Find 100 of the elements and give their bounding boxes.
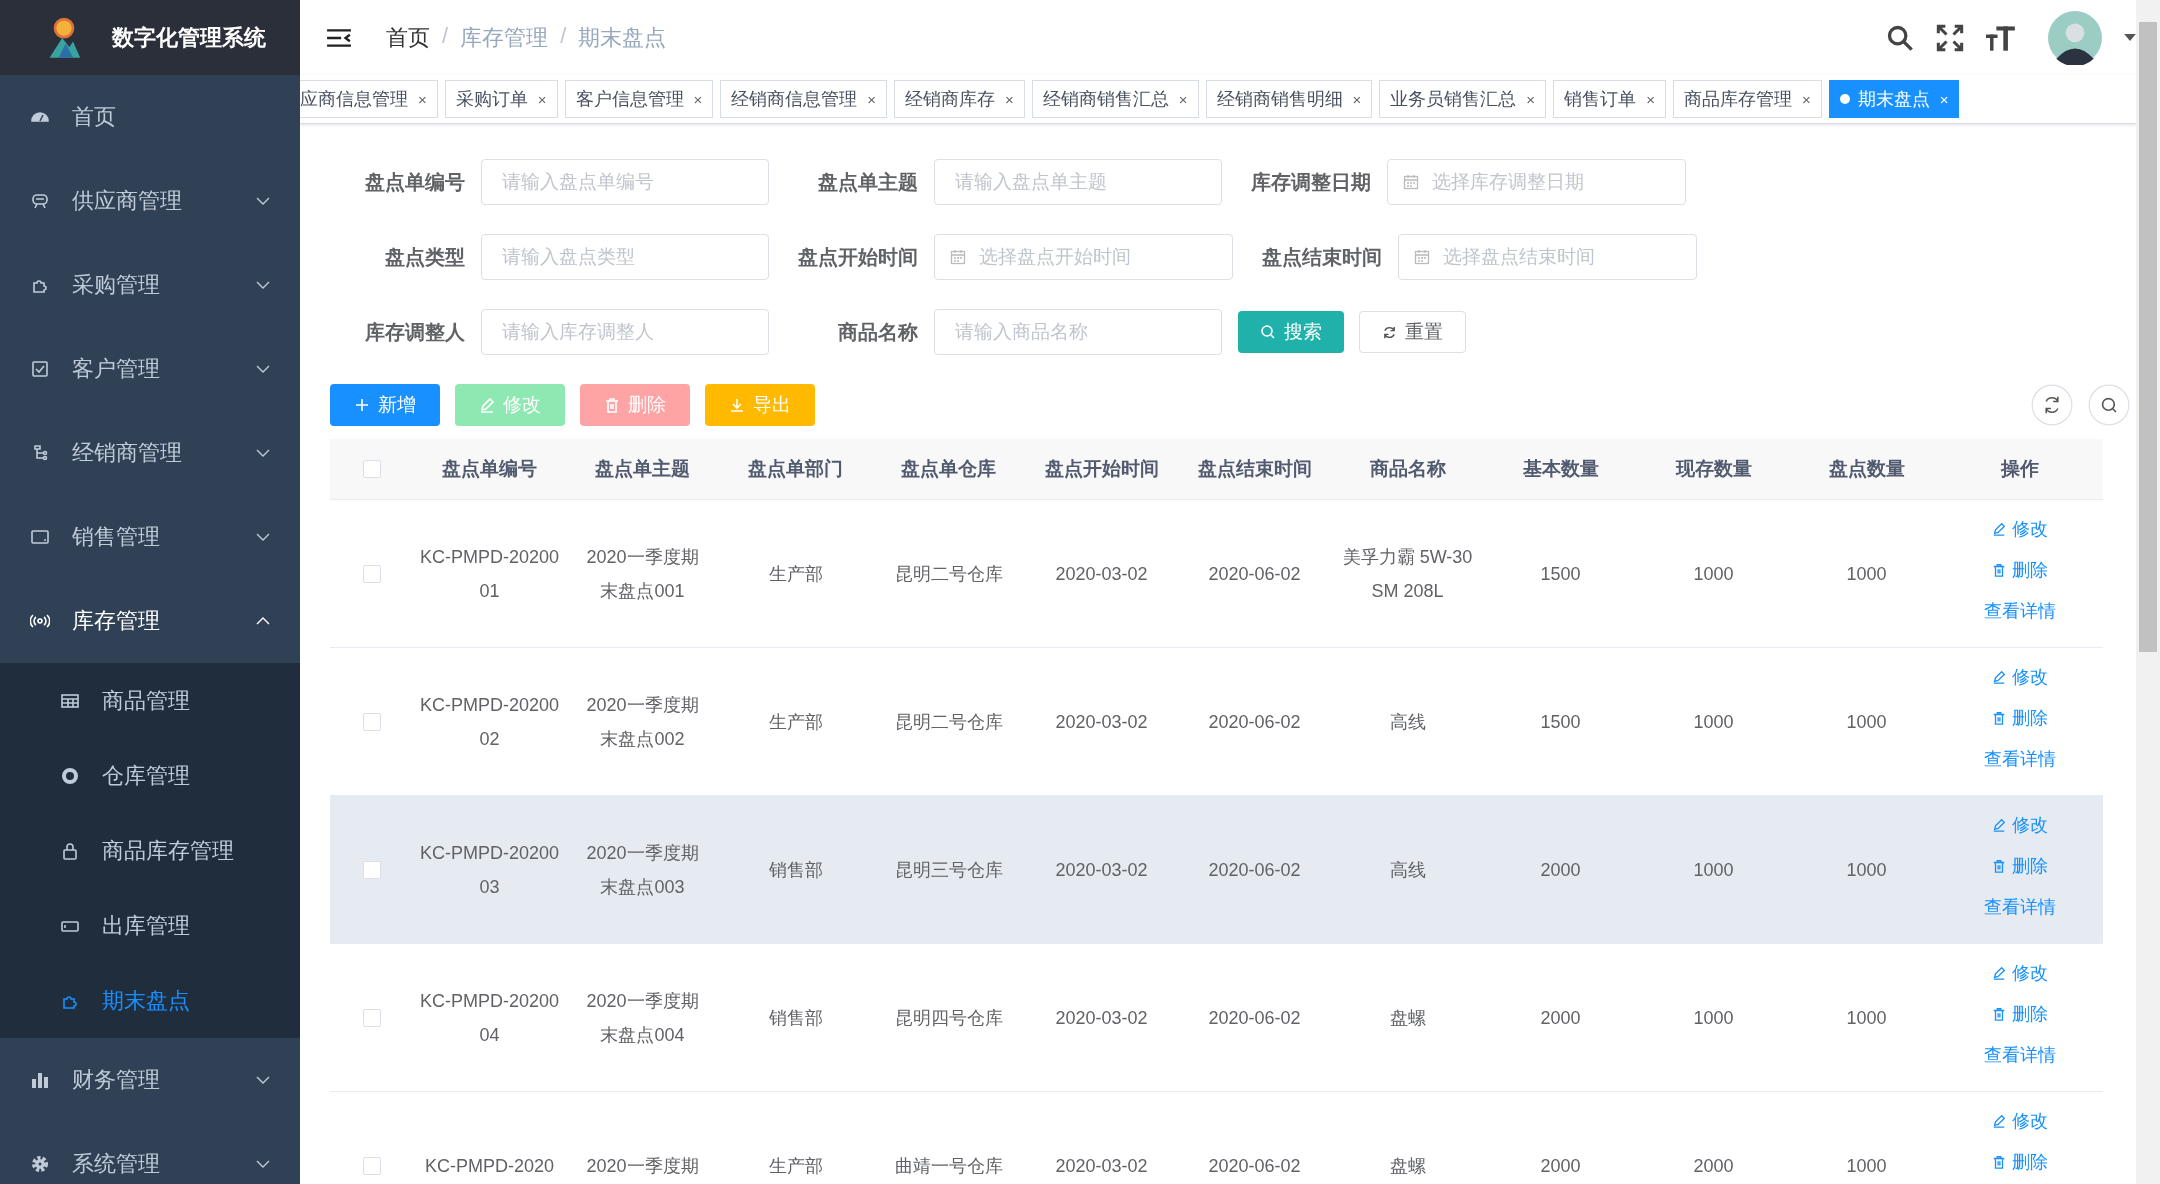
table-cell: 1500	[1540, 711, 1581, 732]
page-tab[interactable]: 经销商销售汇总 ×	[1031, 80, 1199, 118]
sidebar-item[interactable]: 供应商管理	[0, 159, 300, 243]
menu-icon[interactable]	[326, 26, 352, 49]
page-tab[interactable]: 采购订单 ×	[444, 80, 558, 118]
submenu-item[interactable]: 商品库存管理	[0, 813, 300, 888]
menu-label: 供应商管理	[72, 187, 183, 215]
table-cell: 高线	[1389, 859, 1426, 880]
menu-label: 期末盘点	[102, 986, 190, 1015]
input-field[interactable]: 请输入盘点类型	[481, 234, 769, 280]
table-cell: 2020一季度期末盘点002	[586, 694, 699, 749]
sidebar-item[interactable]: 首页	[0, 75, 300, 159]
menu-label: 首页	[72, 103, 117, 131]
delete-link[interactable]: 删除	[1991, 553, 2048, 587]
input-field[interactable]: 请输入商品名称	[934, 309, 1222, 355]
submenu-item[interactable]: 仓库管理	[0, 738, 300, 813]
table-cell: 2020-06-02	[1208, 859, 1301, 880]
sidebar-item[interactable]: 财务管理	[0, 1038, 300, 1122]
date-field[interactable]: 选择库存调整日期	[1387, 159, 1686, 205]
delete-link[interactable]: 删除	[1991, 997, 2048, 1031]
table-cell: KC-PMPD-2020	[424, 1155, 554, 1176]
details-link[interactable]: 查看详情	[1983, 594, 2056, 628]
sidebar-item[interactable]: 系统管理	[0, 1122, 300, 1184]
robot-icon	[30, 191, 50, 211]
input-field[interactable]: 请输入库存调整人	[481, 309, 769, 355]
input-field[interactable]: 请输入盘点单编号	[481, 159, 769, 205]
date-field[interactable]: 选择盘点结束时间	[1398, 234, 1697, 280]
fullscreen-icon[interactable]	[1936, 23, 1964, 52]
column-header: 盘点单主题	[595, 458, 690, 479]
page-tab[interactable]: 期末盘点 ×	[1828, 80, 1960, 118]
checkbox[interactable]	[362, 460, 381, 478]
menu-label: 仓库管理	[102, 761, 190, 790]
submenu-item[interactable]: 期末盘点	[0, 963, 300, 1038]
table-cell: KC-PMPD-2020002	[419, 694, 560, 749]
search-icon[interactable]	[1886, 23, 1914, 52]
checkbox[interactable]	[362, 564, 381, 583]
table-cell: 生产部	[768, 563, 823, 584]
close-icon[interactable]: ×	[867, 90, 877, 108]
table-cell: 2000	[1540, 1007, 1581, 1028]
checkbox[interactable]	[362, 1156, 381, 1175]
close-icon[interactable]: ×	[1005, 90, 1014, 108]
page-tab[interactable]: 经销商库存 ×	[894, 80, 1025, 118]
refresh-icon	[1382, 324, 1397, 340]
close-icon[interactable]: ×	[1178, 90, 1188, 108]
sidebar-item[interactable]: 采购管理	[0, 243, 300, 327]
close-icon[interactable]: ×	[693, 90, 703, 108]
page-tab[interactable]: 经销商信息管理 ×	[720, 80, 888, 118]
table-cell: 2020-06-02	[1208, 563, 1301, 584]
checkbox[interactable]	[362, 712, 381, 731]
edit-link[interactable]: 修改	[1991, 956, 2048, 990]
breadcrumb-separator: /	[560, 22, 567, 50]
page-tab[interactable]: 销售订单 ×	[1553, 80, 1666, 118]
page-tab[interactable]: 商品库存管理 ×	[1672, 80, 1822, 118]
sidebar-item[interactable]: 销售管理	[0, 495, 300, 579]
close-icon[interactable]: ×	[1646, 90, 1655, 108]
page-tab[interactable]: 经销商销售明细 ×	[1205, 80, 1373, 118]
field-label: 盘点类型	[384, 244, 466, 270]
sidebar-item[interactable]: 经销商管理	[0, 411, 300, 495]
submenu-item[interactable]: 出库管理	[0, 888, 300, 963]
checkbox-icon	[30, 359, 50, 379]
column-header: 商品名称	[1369, 458, 1446, 479]
close-icon[interactable]: ×	[1801, 90, 1811, 108]
sidebar-item[interactable]: 客户管理	[0, 327, 300, 411]
input-field[interactable]: 请输入盘点单主题	[934, 159, 1222, 205]
field-label: 盘点单编号	[364, 169, 466, 195]
caret-icon[interactable]	[2124, 34, 2136, 41]
close-icon[interactable]: ×	[537, 90, 547, 108]
edit-link[interactable]: 修改	[1991, 660, 2048, 694]
submenu-item[interactable]: 商品管理	[0, 663, 300, 738]
close-icon[interactable]: ×	[1526, 90, 1536, 108]
search-icon[interactable]	[2088, 384, 2130, 426]
edit-link[interactable]: 修改	[1991, 512, 2048, 546]
details-link[interactable]: 查看详情	[1983, 742, 2056, 776]
scrollbar[interactable]	[2136, 0, 2160, 1184]
page-tab[interactable]: 业务员销售汇总 ×	[1379, 80, 1547, 118]
menu-label: 客户管理	[72, 355, 161, 383]
checkbox[interactable]	[362, 860, 381, 879]
menu-label: 商品库存管理	[102, 836, 234, 865]
close-icon[interactable]: ×	[418, 90, 427, 108]
close-icon[interactable]: ×	[1939, 90, 1949, 108]
refresh-icon[interactable]	[2031, 384, 2073, 426]
breadcrumb-link[interactable]: 首页	[386, 22, 430, 53]
checkbox[interactable]	[362, 1008, 381, 1027]
page-tab[interactable]: 应商信息管理 ×	[300, 80, 438, 118]
edit-link[interactable]: 修改	[1991, 1104, 2048, 1138]
add-button[interactable]: 新增	[330, 384, 440, 426]
avatar[interactable]	[2048, 10, 2102, 65]
page-tab[interactable]: 客户信息管理 ×	[564, 80, 714, 118]
calendar-icon	[1414, 249, 1430, 265]
delete-link[interactable]: 删除	[1991, 1145, 2048, 1179]
delete-link[interactable]: 删除	[1991, 701, 2048, 735]
font-size-icon[interactable]	[1986, 23, 2016, 52]
date-field[interactable]: 选择盘点开始时间	[934, 234, 1233, 280]
reset-button[interactable]: 重置	[1359, 311, 1466, 353]
table-cell: 2020一季度期末盘点004	[586, 990, 699, 1045]
close-icon[interactable]: ×	[1352, 90, 1362, 108]
table-cell: 高线	[1389, 711, 1426, 732]
details-link[interactable]: 查看详情	[1983, 1038, 2056, 1072]
sidebar-item[interactable]: 库存管理	[0, 579, 300, 663]
table-cell: 生产部	[768, 1155, 823, 1176]
